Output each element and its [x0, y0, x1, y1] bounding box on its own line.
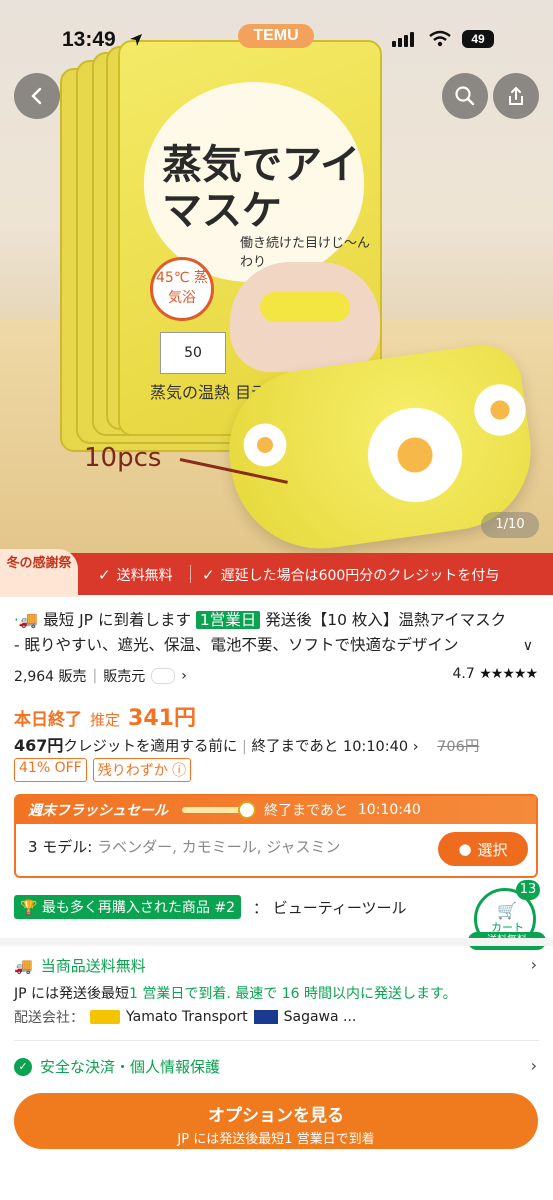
check-icon: ✓	[98, 566, 111, 584]
search-button[interactable]	[442, 73, 488, 119]
clock-icon	[238, 801, 256, 819]
sagawa-logo	[253, 1010, 278, 1024]
flash-timer: 10:10:40	[357, 802, 421, 818]
original-price: 706円	[437, 739, 480, 755]
count-label: 10pcs	[84, 443, 162, 473]
flash-ends-label: 終了まであと	[264, 803, 348, 819]
rating[interactable]: 4.7 ★★★★★	[452, 666, 538, 682]
countdown-text: 終了まであと 10:10:40	[251, 739, 409, 755]
chevron-right-icon: ›	[412, 739, 419, 755]
share-button[interactable]	[493, 73, 539, 119]
delivery-highlight: 1営業日	[195, 611, 261, 629]
view-options-button[interactable]: オプションを見る JP には発送後最短1 営業日で到着	[14, 1093, 538, 1149]
rank-row[interactable]: 🏆 最も多く再購入された商品 #2 ： ビューティーツール	[14, 895, 407, 919]
location-arrow-icon	[130, 34, 142, 46]
star-icons: ★★★★★	[479, 666, 538, 682]
chevron-left-icon	[31, 87, 42, 105]
search-icon	[455, 86, 475, 106]
chevron-down-icon[interactable]: ∨	[523, 638, 533, 654]
cta-main-label: オプションを見る	[208, 1106, 344, 1126]
divider	[190, 565, 191, 583]
seller-logo	[151, 668, 176, 684]
flash-sale-title: 週末フラッシュセール	[28, 803, 168, 819]
time-badge: 50	[160, 332, 226, 374]
models-list: ラベンダー, カモミール, ジャスミン	[97, 838, 341, 856]
price-row: 本日終了 推定 341円	[14, 700, 196, 732]
price-value: 341円	[128, 706, 196, 731]
rank-category: ： ビューティーツール	[252, 898, 407, 917]
low-stock-tag: 残りわずか ⓘ	[92, 758, 192, 782]
seller-label: 販売元	[103, 669, 146, 685]
cellular-signal-icon	[392, 32, 414, 47]
models-label: 3 モデル:	[28, 838, 93, 856]
clock: 13:49	[62, 28, 116, 51]
eye-mask	[260, 292, 350, 322]
select-button[interactable]: ● 選択	[438, 832, 528, 866]
safety-row[interactable]: ✓ 安全な決済・個人情報保護	[14, 1056, 220, 1077]
yamato-logo	[90, 1010, 120, 1024]
credit-text: クレジットを適用する前に	[63, 739, 238, 755]
truck-icon: ·🚚	[14, 611, 39, 629]
price-tags: 41% OFF 残りわずか ⓘ	[14, 758, 192, 782]
repurchase-rank-badge: 🏆 最も多く再購入された商品 #2	[14, 895, 241, 919]
back-button[interactable]	[14, 73, 60, 119]
delay-credit-label: ✓ 遅延した場合は600円分のクレジットを付与	[202, 566, 500, 584]
flower-graphic	[470, 380, 530, 440]
product-title[interactable]: ·🚚 最短 JP に到着します 1営業日 発送後【10 枚入】温熱アイマスク -…	[14, 608, 514, 658]
shipping-description: JP には発送後最短1 営業日で到着. 最速で 16 時間以内に発送します。	[14, 986, 457, 1002]
cta-sub-label: JP には発送後最短1 営業日で到着	[177, 1132, 375, 1147]
flash-sale-header: 週末フラッシュセール 終了まであと 10:10:40	[16, 796, 536, 824]
temu-logo: TEMU	[238, 24, 314, 48]
carrier-row: 配送会社： Yamato Transport Sagawa ...	[14, 1007, 356, 1027]
chevron-right-icon[interactable]: ›	[531, 1056, 537, 1075]
credit-row[interactable]: 467円クレジットを適用する前に | 終了まであと 10:10:40 › 706…	[14, 732, 479, 756]
cart-icon: 🛒	[497, 901, 517, 920]
discount-tag: 41% OFF	[14, 758, 87, 782]
credit-price: 467円	[14, 736, 64, 755]
carrier-label: 配送会社：	[14, 1010, 84, 1026]
sales-meta[interactable]: 2,964 販売 | 販売元 ›	[14, 666, 187, 686]
box-title: 蒸気でアイマスケ	[162, 141, 360, 234]
ends-today-label: 本日終了	[14, 710, 82, 730]
image-counter: 1/10	[481, 512, 539, 538]
help-circle-icon: ⓘ	[172, 763, 187, 779]
check-icon: ✓	[202, 566, 215, 584]
product-image[interactable]: 蒸気でアイマスケ 働き続けた目けじ〜んわり 45℃ 蒸気浴 50 蒸気の温熱 目…	[0, 0, 553, 553]
winter-thanks-badge: 冬の感謝祭	[0, 549, 78, 597]
cart-count-badge: 13	[516, 880, 540, 900]
promo-banner[interactable]: 冬の感謝祭 ✓ 送料無料 ✓ 遅延した場合は600円分のクレジットを付与	[0, 549, 553, 597]
separator: |	[92, 668, 98, 684]
carrier-yamato: Yamato Transport	[126, 1009, 248, 1025]
free-shipping-label: ✓ 送料無料	[98, 566, 173, 584]
temperature-badge: 45℃ 蒸気浴	[150, 257, 214, 321]
flower-graphic	[360, 400, 470, 510]
status-bar: 13:49 TEMU 49	[0, 24, 553, 58]
trophy-icon: 🏆	[20, 900, 38, 916]
divider	[14, 1040, 539, 1041]
truck-icon: 🚚	[14, 956, 33, 975]
chevron-right-icon: ›	[181, 668, 187, 684]
flash-sale-card[interactable]: 週末フラッシュセール 終了まであと 10:10:40 3 モデル: ラベンダー,…	[14, 794, 538, 878]
wifi-icon	[429, 30, 451, 47]
share-icon	[509, 86, 523, 105]
battery-icon: 49	[462, 30, 494, 48]
carrier-sagawa: Sagawa ...	[283, 1009, 357, 1025]
timer-progress	[182, 801, 256, 819]
model-selector[interactable]: 3 モデル: ラベンダー, カモミール, ジャスミン	[28, 836, 340, 857]
shield-check-icon: ✓	[14, 1057, 32, 1076]
estimate-label: 推定	[90, 711, 121, 729]
sold-count: 2,964 販売	[14, 669, 87, 685]
drop-icon: ●	[458, 840, 472, 858]
flower-graphic	[240, 420, 290, 470]
shipping-title[interactable]: 🚚 当商品送料無料	[14, 955, 146, 976]
chevron-right-icon[interactable]: ›	[531, 955, 537, 974]
section-divider	[0, 938, 553, 946]
model-face	[230, 262, 380, 372]
rating-value: 4.7	[452, 666, 475, 682]
